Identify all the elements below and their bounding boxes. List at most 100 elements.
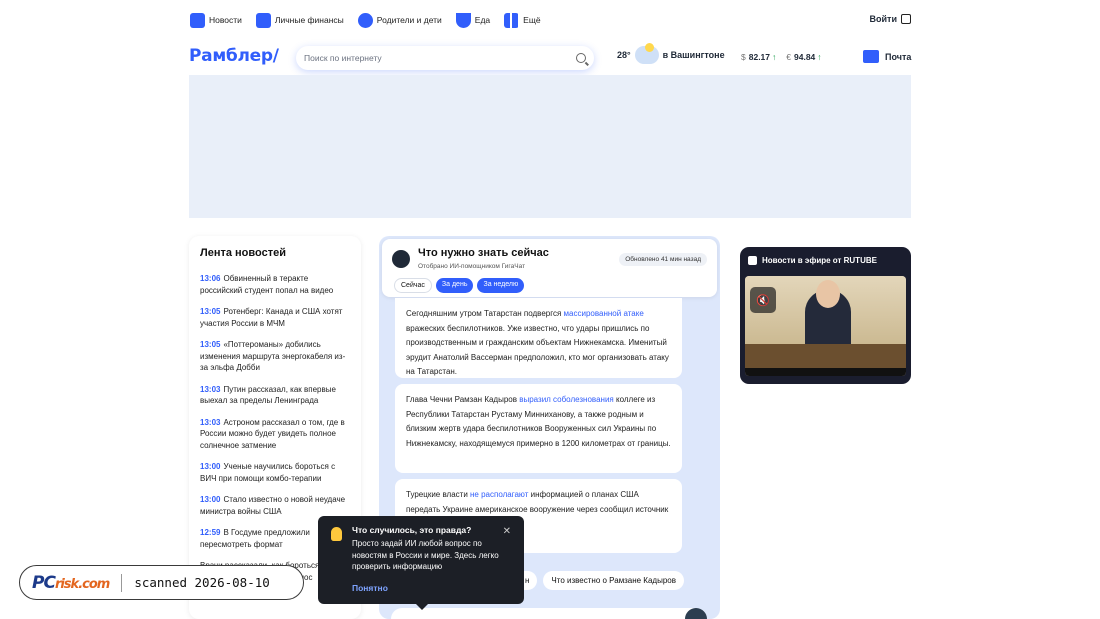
rate-usd[interactable]: $82.17 ↑ — [741, 52, 776, 62]
list-item[interactable]: 13:06 Обвиненный в теракте российский сту… — [200, 273, 350, 296]
rutube-video-widget[interactable]: Новости в эфире от RUTUBE 🔇 — [740, 247, 911, 384]
pcrisk-logo: PCrisk.com — [32, 572, 110, 593]
bowl-icon — [455, 12, 471, 28]
mute-icon[interactable]: 🔇 — [750, 287, 776, 313]
tooltip-body: Просто задай ИИ любой вопрос по новостям… — [352, 539, 499, 571]
search-icon[interactable] — [576, 53, 586, 63]
video-title: Новости в эфире от RUTUBE — [762, 256, 877, 265]
watermark-divider — [121, 573, 123, 592]
nav-parents-label: Родители и дети — [376, 15, 442, 25]
news-time: 13:06 — [200, 274, 221, 283]
updated-badge: Обновлено 41 мин назад — [619, 253, 707, 266]
card-text: вражеских беспилотников. Уже известно, ч… — [406, 323, 669, 377]
login-label: Войти — [869, 14, 897, 24]
ai-card: Глава Чечни Рамзан Кадыров выразил собол… — [395, 384, 682, 473]
suggestion-chip[interactable]: Что известно о Рамзане Кадыров — [543, 571, 684, 590]
speaker-head — [816, 280, 840, 308]
tab-now[interactable]: Сейчас — [394, 278, 432, 293]
ai-title: Что нужно знать сейчас — [418, 247, 549, 259]
list-item[interactable]: 13:00 Стало известно о новой неудаче мини… — [200, 494, 350, 517]
mail-label: Почта — [885, 51, 912, 62]
news-time: 12:59 — [200, 528, 221, 537]
search-input[interactable] — [304, 53, 576, 63]
tooltip-question: Что случилось, это правда? — [352, 525, 472, 535]
pcrisk-risk: risk.com — [54, 576, 110, 592]
nav-news[interactable]: Новости — [190, 12, 242, 28]
mail-link[interactable]: Почта — [863, 50, 911, 63]
scan-date: scanned 2026-08-10 — [134, 575, 270, 590]
news-time: 13:05 — [200, 307, 221, 316]
tab-day[interactable]: За день — [435, 278, 474, 293]
weather-widget[interactable]: 28° в Вашингтоне — [617, 43, 725, 64]
card-text: Глава Чечни Рамзан Кадыров — [406, 395, 520, 404]
card-link[interactable]: выразил соболезнования — [519, 395, 614, 404]
nav-news-label: Новости — [209, 15, 242, 25]
video-progress-bar[interactable] — [745, 368, 906, 376]
arrow-up-icon: ↑ — [817, 52, 822, 62]
nav-parents[interactable]: Родители и дети — [357, 12, 442, 28]
tab-week[interactable]: За неделю — [477, 278, 525, 293]
nav-food-label: Еда — [474, 15, 491, 25]
news-time: 13:00 — [200, 495, 221, 504]
list-item[interactable]: 13:03 Путин рассказал, как впервые выехал… — [200, 384, 350, 407]
nav-more[interactable]: Ещё — [504, 12, 541, 28]
news-text: Ученые научились бороться с ВИЧ при помо… — [200, 462, 336, 483]
pcrisk-watermark: PCrisk.com scanned 2026-08-10 — [19, 565, 304, 600]
card-link[interactable]: не располагают — [470, 490, 528, 499]
list-item[interactable]: 13:00 Ученые научились бороться с ВИЧ при… — [200, 461, 350, 484]
ai-subtitle: Отобрано ИИ-помощником ГигаЧат — [418, 263, 526, 270]
ai-card: Сегодняшним утром Татарстан подвергся ма… — [395, 298, 682, 378]
list-item[interactable]: 13:05 «Поттероманы» добились изменения ма… — [200, 339, 350, 374]
news-time: 13:05 — [200, 340, 221, 349]
news-icon — [190, 12, 205, 28]
rambler-logo[interactable]: Рамблер/ — [189, 46, 279, 66]
understood-button[interactable]: Понятно — [352, 583, 388, 593]
card-link[interactable]: массированной атаке — [564, 309, 644, 318]
list-item[interactable]: 13:03 Астроном рассказал о том, где в Рос… — [200, 417, 350, 452]
weather-city: в Вашингтоне — [662, 50, 725, 60]
nav-more-label: Ещё — [523, 15, 541, 25]
nav-finance[interactable]: Личные финансы — [255, 12, 344, 28]
login-icon — [901, 14, 911, 24]
rate-eur-value: 94.84 — [794, 52, 816, 62]
close-icon[interactable]: ✕ — [503, 526, 511, 537]
card-text: Сегодняшним утром Татарстан подвергся — [406, 309, 564, 318]
list-item[interactable]: 13:05 Ротенберг: Канада и США хотят участ… — [200, 306, 350, 329]
ad-banner[interactable] — [189, 75, 911, 218]
arrow-up-icon: ↑ — [772, 52, 777, 62]
rate-usd-value: 82.17 — [748, 52, 771, 62]
ai-question-input[interactable] — [391, 608, 707, 619]
news-time: 13:03 — [200, 417, 221, 427]
news-text: «Поттероманы» добились изменения маршрут… — [200, 340, 346, 372]
period-tabs: Сейчас За день За неделю — [394, 278, 525, 293]
send-icon[interactable] — [685, 608, 707, 619]
wallet-icon — [255, 12, 271, 28]
euro-icon: € — [786, 52, 791, 62]
card-text: Турецкие власти — [406, 490, 471, 499]
login-button[interactable]: Войти — [870, 14, 911, 24]
ai-header: Что нужно знать сейчас Отобрано ИИ-помощ… — [382, 239, 717, 297]
news-text: Путин рассказал, как впервые выехал за п… — [200, 384, 336, 406]
partly-cloudy-icon — [634, 43, 659, 64]
pcrisk-pc: PC — [32, 572, 56, 593]
stroller-icon — [357, 12, 373, 28]
news-time: 13:03 — [200, 384, 221, 394]
search-box[interactable] — [296, 46, 594, 70]
gigachat-logo-icon — [392, 250, 410, 268]
dollar-icon: $ — [741, 52, 746, 62]
lightbulb-icon — [331, 527, 342, 541]
rate-eur[interactable]: €94.84 ↑ — [786, 52, 821, 62]
nav-food[interactable]: Еда — [455, 12, 491, 28]
ai-hint-tooltip: ✕ Что случилось, это правда? Просто зада… — [318, 516, 524, 610]
currency-rates[interactable]: $82.17 ↑ €94.84 ↑ — [741, 52, 822, 62]
tooltip-arrow — [416, 604, 428, 610]
video-desk — [745, 344, 906, 368]
nav-finance-label: Личные финансы — [274, 15, 344, 25]
mail-icon — [863, 50, 879, 63]
rutube-logo-icon — [748, 256, 757, 265]
weather-temp: 28° — [617, 50, 631, 60]
video-title-row: Новости в эфире от RUTUBE — [748, 256, 877, 265]
news-text: Стало известно о новой неудаче министра … — [200, 495, 346, 516]
top-nav: Новости Личные финансы Родители и дети Е… — [190, 11, 541, 29]
news-time: 13:00 — [200, 462, 221, 471]
